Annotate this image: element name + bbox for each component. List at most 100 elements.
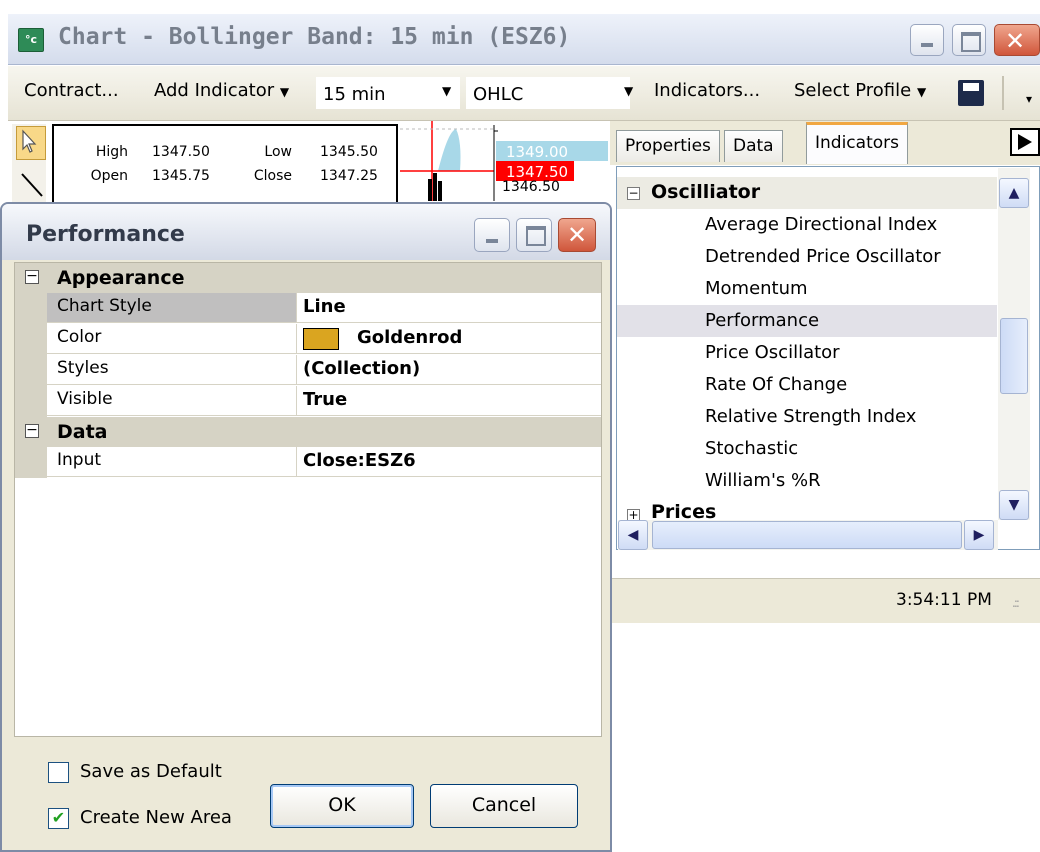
bollinger-band-fill: [438, 129, 461, 171]
maximize-button[interactable]: [952, 24, 986, 56]
category-label: Data: [57, 421, 108, 443]
price-bar: [438, 181, 442, 201]
group-oscilliator[interactable]: − Oscilliator: [617, 177, 997, 209]
collapse-icon[interactable]: −: [25, 423, 39, 438]
contract-button[interactable]: Contract...: [24, 80, 119, 101]
dialog-maximize-button[interactable]: [516, 218, 552, 252]
property-styles[interactable]: Styles (Collection): [15, 355, 601, 386]
list-item[interactable]: Stochastic: [617, 433, 997, 465]
toolbar-separator: [1002, 76, 1004, 110]
list-item-selected[interactable]: Performance: [617, 305, 997, 337]
close-button[interactable]: ✕: [994, 24, 1040, 56]
pointer-tool-icon[interactable]: [16, 126, 46, 160]
tab-properties[interactable]: Properties: [616, 130, 720, 162]
create-new-area-label[interactable]: Create New Area: [80, 807, 232, 828]
close-icon: ✕: [1005, 27, 1026, 55]
resize-grip-icon[interactable]: .::: [1012, 596, 1020, 610]
tab-indicators[interactable]: Indicators: [806, 122, 908, 164]
property-input[interactable]: Input Close:ESZ6: [15, 447, 601, 478]
add-indicator-button[interactable]: Add Indicator ▼: [154, 80, 289, 101]
list-item-label: Price Oscillator: [705, 342, 840, 363]
open-label: Open: [90, 168, 128, 184]
save-as-default-checkbox[interactable]: [48, 762, 69, 783]
property-value: Goldenrod: [357, 327, 463, 348]
color-value[interactable]: Goldenrod: [297, 324, 601, 354]
interval-dropdown-icon[interactable]: ▼: [442, 84, 451, 98]
high-label: High: [95, 144, 128, 160]
color-swatch[interactable]: [303, 328, 339, 350]
list-item[interactable]: Relative Strength Index: [617, 401, 997, 433]
chart-type-select[interactable]: OHLC: [466, 77, 630, 109]
toolbar-overflow-icon[interactable]: ▾: [1026, 92, 1032, 106]
indicator-tree[interactable]: − Oscilliator Average Directional Index …: [616, 166, 1040, 550]
close-value: 1347.25: [320, 168, 378, 184]
collapse-icon[interactable]: −: [25, 269, 39, 284]
property-value: Line: [303, 296, 346, 317]
low-value: 1345.50: [320, 144, 378, 160]
list-item[interactable]: Momentum: [617, 273, 997, 305]
chart-type-value: OHLC: [473, 84, 524, 105]
line-tool-icon[interactable]: [16, 170, 46, 200]
cancel-button[interactable]: Cancel: [430, 784, 578, 828]
property-value[interactable]: (Collection): [297, 355, 601, 385]
list-item[interactable]: Detrended Price Oscillator: [617, 241, 997, 273]
category-appearance[interactable]: − Appearance: [15, 263, 601, 293]
list-item[interactable]: Price Oscillator: [617, 337, 997, 369]
create-new-area-checkbox[interactable]: ✔: [48, 808, 69, 829]
minimize-button[interactable]: [910, 24, 944, 56]
property-color[interactable]: Color Goldenrod: [15, 324, 601, 355]
property-grid[interactable]: − Appearance Chart Style Line ▼ Color Go…: [14, 262, 602, 737]
property-name: Visible: [47, 386, 297, 416]
list-item-label: Momentum: [705, 278, 808, 299]
dialog-close-button[interactable]: ✕: [558, 218, 596, 252]
dialog-minimize-button[interactable]: [474, 218, 510, 252]
collapse-icon[interactable]: −: [627, 187, 640, 200]
property-name: Chart Style: [47, 293, 297, 323]
price-label-lower: 1346.50: [502, 179, 560, 195]
vertical-scroll-thumb[interactable]: [1000, 318, 1028, 394]
tab-data[interactable]: Data: [724, 130, 783, 162]
save-as-default-label[interactable]: Save as Default: [80, 761, 222, 782]
list-item-label: Detrended Price Oscillator: [705, 246, 941, 267]
property-name: Styles: [47, 355, 297, 385]
price-bar: [428, 179, 432, 201]
property-value[interactable]: True: [297, 386, 601, 416]
property-name: Color: [47, 324, 297, 354]
chart-style-select[interactable]: Line ▼: [297, 293, 601, 323]
list-item-label: William's %R: [705, 470, 821, 491]
chart-plot[interactable]: 1349.00 1347.50 1346.50: [400, 121, 610, 201]
panel-toggle-icon[interactable]: [1010, 128, 1040, 156]
chevron-down-icon: ▼: [916, 85, 927, 99]
ok-button[interactable]: OK: [270, 784, 414, 828]
save-icon[interactable]: [958, 80, 984, 106]
list-item[interactable]: William's %R: [617, 465, 997, 497]
property-chart-style[interactable]: Chart Style Line ▼: [15, 293, 601, 324]
indicators-button[interactable]: Indicators...: [654, 80, 760, 101]
property-visible[interactable]: Visible True: [15, 386, 601, 417]
list-item[interactable]: Average Directional Index: [617, 209, 997, 241]
scroll-left-icon[interactable]: ◀: [618, 520, 648, 550]
chart-type-dropdown-icon[interactable]: ▼: [624, 84, 633, 98]
scroll-right-icon[interactable]: ▶: [964, 520, 994, 550]
close-icon: ✕: [567, 221, 588, 249]
maximize-icon: [526, 226, 546, 246]
add-indicator-label: Add Indicator: [154, 80, 275, 101]
scroll-up-icon[interactable]: ▲: [999, 178, 1029, 208]
open-value: 1345.75: [152, 168, 210, 184]
list-item[interactable]: Rate Of Change: [617, 369, 997, 401]
property-value[interactable]: Close:ESZ6: [297, 447, 601, 477]
app-icon[interactable]: °c: [18, 28, 44, 52]
list-item-label: Performance: [705, 310, 820, 331]
group-label: Oscilliator: [651, 181, 761, 203]
select-profile-button[interactable]: Select Profile ▼: [794, 80, 926, 101]
scroll-down-icon[interactable]: ▼: [999, 490, 1029, 520]
low-label: Low: [264, 144, 292, 160]
high-value: 1347.50: [152, 144, 210, 160]
category-data[interactable]: − Data: [15, 417, 601, 447]
chevron-down-icon: ▼: [279, 85, 290, 99]
ohlc-info-box: High 1347.50 Low 1345.50 Open 1345.75 Cl…: [52, 124, 398, 204]
interval-select[interactable]: 15 min: [316, 77, 460, 109]
horizontal-scroll-thumb[interactable]: [652, 521, 962, 549]
price-bar: [433, 173, 437, 201]
list-item-label: Average Directional Index: [705, 214, 938, 235]
